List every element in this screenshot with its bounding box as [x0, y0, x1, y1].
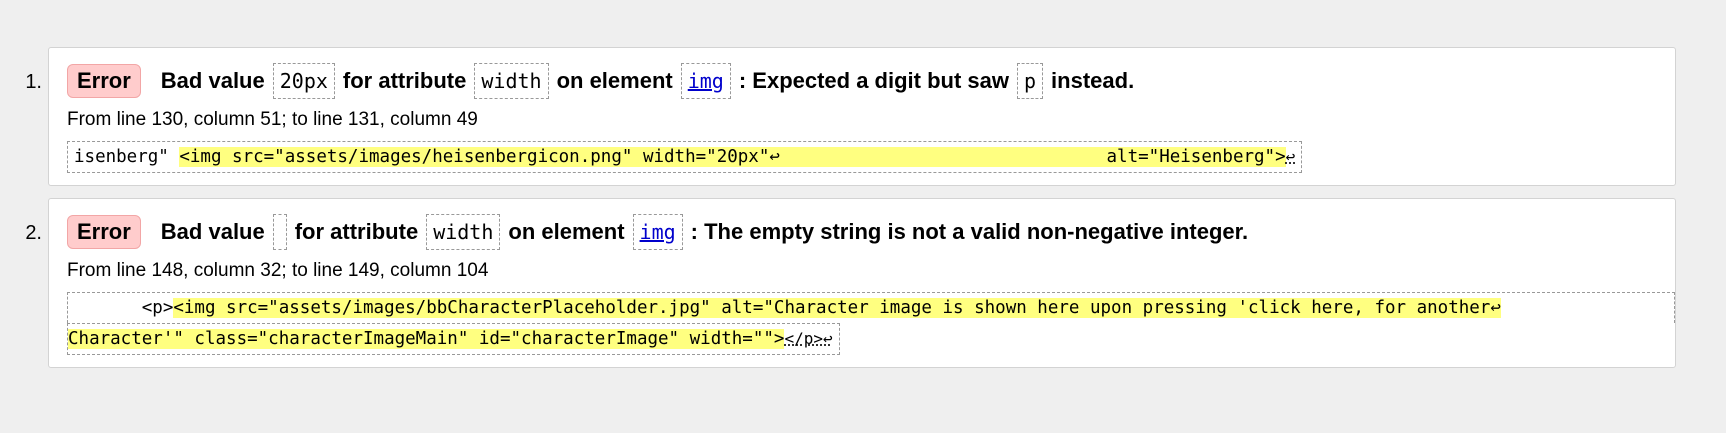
- message-fragment: : The empty string is not a valid non-ne…: [690, 219, 1249, 244]
- bad-value-code: [272, 214, 287, 250]
- bad-value-code: 20px: [272, 63, 335, 99]
- attribute-code: width: [474, 63, 549, 99]
- element-link[interactable]: img: [688, 69, 724, 93]
- message-text: Error Bad value for attribute width on e…: [67, 214, 1657, 250]
- return-icon: ↩: [1285, 147, 1296, 166]
- extract-highlight: Character'" class="characterImageMain" i…: [68, 329, 785, 349]
- message-item: 1. Error Bad value 20px for attribute wi…: [0, 47, 1726, 186]
- message-fragment: for attribute: [294, 219, 419, 244]
- message-fragment: for attribute: [342, 68, 467, 93]
- message-list: 1. Error Bad value 20px for attribute wi…: [0, 47, 1726, 380]
- element-link[interactable]: img: [640, 220, 676, 244]
- message-fragment: instead.: [1051, 68, 1135, 93]
- extract-line: isenberg" <img src="assets/images/heisen…: [67, 141, 1303, 173]
- message-location: From line 148, column 32; to line 149, c…: [67, 260, 489, 281]
- message-fragment: : Expected a digit but saw: [738, 68, 1009, 93]
- attribute-code: width: [426, 214, 501, 250]
- error-badge: Error: [67, 215, 141, 249]
- extract-line: Character'" class="characterImageMain" i…: [67, 323, 840, 355]
- extract-highlight: <img src="assets/images/heisenbergicon.p…: [179, 147, 1286, 167]
- message-index: 1.: [25, 71, 42, 93]
- message-index: 2.: [25, 222, 42, 244]
- extract-highlight: <img src="assets/images/bbCharacterPlace…: [173, 298, 1501, 318]
- code-extract: isenberg" <img src="assets/images/heisen…: [67, 141, 1657, 173]
- extract-line: <p><img src="assets/images/bbCharacterPl…: [67, 292, 1675, 323]
- message-card: Error Bad value 20px for attribute width…: [48, 47, 1676, 186]
- element-code: img: [632, 214, 683, 250]
- error-badge: Error: [67, 64, 141, 98]
- saw-char-code: p: [1017, 63, 1044, 99]
- message-location: From line 130, column 51; to line 131, c…: [67, 109, 478, 130]
- message-fragment: on element: [508, 219, 625, 244]
- element-code: img: [680, 63, 731, 99]
- message-text: Error Bad value 20px for attribute width…: [67, 63, 1657, 99]
- message-fragment: Bad value: [160, 68, 265, 93]
- code-extract: <p><img src="assets/images/bbCharacterPl…: [67, 292, 1675, 355]
- message-fragment: Bad value: [160, 219, 265, 244]
- message-fragment: on element: [556, 68, 673, 93]
- extract-before: <p>: [68, 298, 174, 318]
- extract-after: </p>↩: [784, 329, 833, 348]
- extract-before: isenberg": [74, 147, 180, 167]
- message-card: Error Bad value for attribute width on e…: [48, 198, 1676, 368]
- message-item: 2. Error Bad value for attribute width o…: [0, 198, 1726, 368]
